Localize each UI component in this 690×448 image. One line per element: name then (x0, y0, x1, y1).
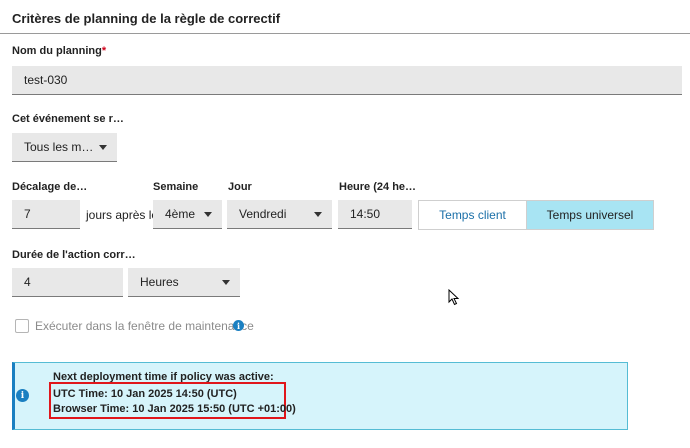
recurrence-select[interactable]: Tous les m… (12, 133, 117, 162)
day-value: Vendredi (239, 207, 287, 221)
chevron-down-icon (204, 211, 212, 217)
duration-unit-value: Heures (140, 275, 179, 289)
section-divider (0, 33, 690, 34)
info-circle-icon: i (16, 389, 29, 402)
chevron-down-icon (314, 211, 322, 217)
recurrence-label: Cet événement se r… (12, 113, 124, 125)
day-select[interactable]: Vendredi (227, 200, 332, 229)
hour-value: 14:50 (350, 207, 381, 221)
duration-label: Durée de l'action corr… (12, 249, 136, 261)
section-title: Critères de planning de la règle de corr… (12, 11, 281, 26)
day-label: Jour (228, 181, 252, 193)
hour-label: Heure (24 he… (339, 181, 417, 193)
maintenance-checkbox[interactable] (15, 319, 29, 333)
recurrence-value: Tous les m… (24, 140, 94, 154)
week-value: 4ème (165, 207, 196, 221)
chevron-down-icon (222, 279, 230, 285)
required-mark: * (101, 45, 107, 57)
schedule-name-label-text: Nom du planning (12, 45, 102, 57)
offset-suffix: jours après le (86, 208, 159, 222)
utc-time-line: UTC Time: 10 Jan 2025 14:50 (UTC) (53, 388, 237, 400)
mouse-cursor-icon (448, 289, 460, 306)
offset-days-input[interactable]: 7 (12, 200, 80, 229)
duration-input[interactable]: 4 (12, 268, 123, 297)
hour-input[interactable]: 14:50 (338, 200, 412, 229)
duration-value: 4 (24, 275, 31, 289)
chevron-down-icon (99, 144, 107, 150)
schedule-name-input[interactable]: test-030 (12, 66, 682, 95)
offset-label: Décalage de… (12, 181, 88, 193)
time-mode-toggle: Temps client Temps universel (418, 200, 654, 230)
schedule-name-value: test-030 (24, 73, 68, 87)
maintenance-label: Exécuter dans la fenêtre de maintenance (35, 319, 254, 333)
week-select[interactable]: 4ème (153, 200, 222, 229)
offset-days-value: 7 (24, 207, 31, 221)
client-time-button[interactable]: Temps client (419, 201, 527, 229)
duration-unit-select[interactable]: Heures (128, 268, 240, 297)
week-label: Semaine (153, 181, 199, 193)
universal-time-button[interactable]: Temps universel (527, 201, 653, 229)
schedule-name-label: Nom du planning* (12, 45, 106, 57)
browser-time-line: Browser Time: 10 Jan 2025 15:50 (UTC +01… (53, 403, 296, 415)
info-circle-icon[interactable]: i (233, 320, 244, 331)
